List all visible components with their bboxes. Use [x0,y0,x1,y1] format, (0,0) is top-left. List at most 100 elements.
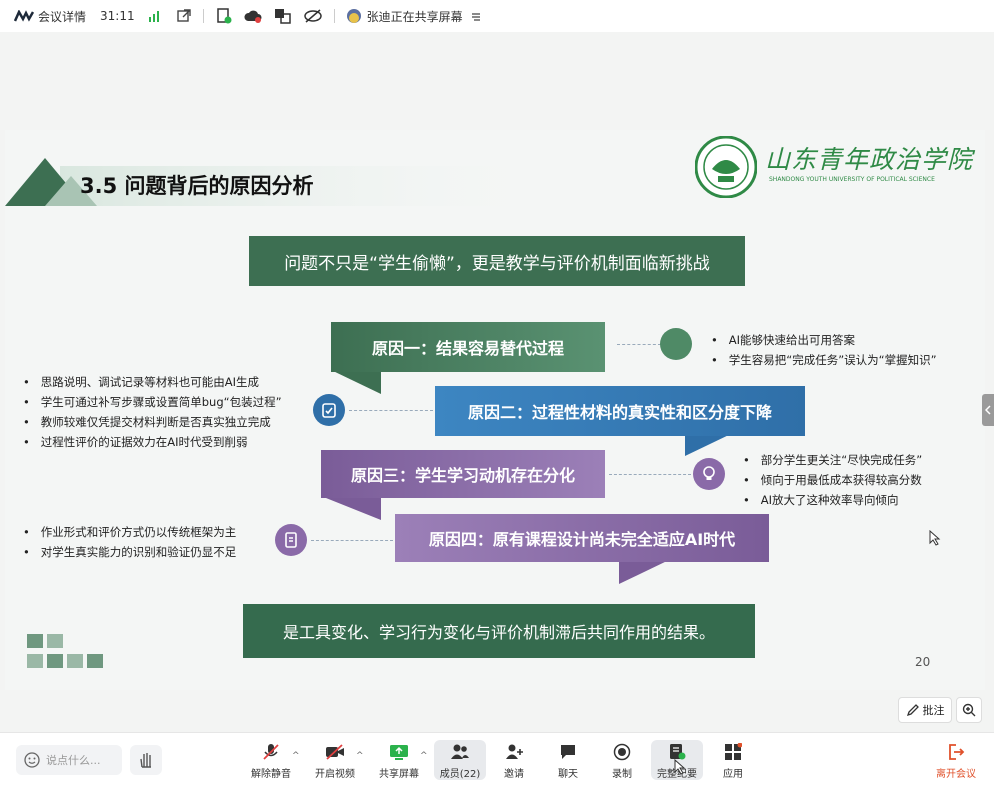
leave-label: 离开会议 [936,769,976,780]
reason1-marker [660,328,692,360]
reason1-text: 原因一：结果容易替代过程 [371,339,564,358]
chevron-up-icon[interactable]: ^ [356,751,364,761]
cursor-icon [674,759,686,775]
bullet-item: • 思路说明、调试记录等材料也可能由AI生成 [23,375,260,389]
chat-icon [561,745,575,759]
document-icon[interactable] [216,8,232,24]
meeting-logo-icon [14,10,34,22]
share-screen-icon [390,745,408,760]
popout-icon[interactable] [176,9,191,23]
reason2-box: 原因二：过程性材料的真实性和区分度下降 [435,386,805,436]
meeting-details-label: 会议详情 [38,9,87,24]
university-english-name: SHANDONG YOUTH UNIVERSITY OF POLITICAL S… [769,176,935,183]
apps-button[interactable]: 应用 [710,743,756,780]
decorative-squares [27,634,103,668]
invite-button[interactable]: 邀请 [491,743,537,780]
video-button[interactable]: 开启视频 [312,743,358,780]
camera-off-icon [326,744,344,760]
chevron-up-icon[interactable]: ^ [420,751,428,761]
reason2-connector [349,410,433,411]
chat-input[interactable]: 说点什么... [16,745,122,775]
conclusion-text: 是工具变化、学习行为变化与评价机制滞后共同作用的结果。 [282,623,715,642]
lightbulb-icon [693,458,725,490]
collapse-icon[interactable] [471,11,481,21]
cloud-icon[interactable] [244,9,262,23]
chat-button[interactable]: 聊天 [545,743,591,780]
reason4-box: 原因四：原有课程设计尚未完全适应AI时代 [395,514,769,562]
headline-text: 问题不只是“学生偷懒”，更是教学与评价机制面临新挑战 [284,253,710,274]
reason4-bullets: • 作业形式和评价方式仍以传统框架为主 • 对学生真实能力的识别和验证仍显不足 [23,522,236,562]
reason1-connector [617,344,661,345]
members-label: 成员(22) [439,769,481,780]
reason4-text: 原因四：原有课程设计尚未完全适应AI时代 [428,530,736,549]
reason1-box: 原因一：结果容易替代过程 [331,322,605,372]
sharing-status-text: 张迪正在共享屏幕 [366,9,463,24]
reason2-text: 原因二：过程性材料的真实性和区分度下降 [467,403,772,422]
meeting-timer: 31:11 [100,9,135,23]
bullet-item: • 部分学生更关注“尽快完成任务” [743,453,923,467]
reason4-connector [311,540,393,541]
record-icon [613,743,631,761]
side-panel-toggle[interactable] [982,394,994,426]
university-logo [694,135,758,199]
reason3-box: 原因三：学生学习动机存在分化 [321,450,605,498]
raise-hand-button[interactable] [130,745,162,775]
chevron-up-icon[interactable]: ^ [292,751,300,761]
smile-icon [24,752,40,768]
reason1-tab [331,370,381,394]
bullet-item: • 学生可通过补写步骤或设置简单bug“包装过程” [23,395,282,409]
bullet-item: • 倾向于用最低成本获得较高分数 [743,473,922,487]
bullet-item: • 过程性评价的证据效力在AI时代受到削弱 [23,435,248,449]
apps-icon [725,743,742,760]
presentation-slide: 3.5 问题背后的原因分析 山东青年政治学院 SHANDONG YOUTH UN… [5,130,985,690]
bullet-item: • AI能够快速给出可用答案 [711,333,856,347]
unmute-button[interactable]: 解除静音 [248,743,294,780]
reason4-tab [619,560,669,584]
reason3-tab [321,496,381,520]
unmute-label: 解除静音 [251,769,291,780]
presenter-avatar [346,9,361,23]
signal-icon [148,10,161,22]
leave-button[interactable]: 离开会议 [932,743,980,780]
bullet-item: • 对学生真实能力的识别和验证仍显不足 [23,545,237,559]
reason2-bullets: • 思路说明、调试记录等材料也可能由AI生成 • 学生可通过补写步骤或设置简单b… [23,372,282,452]
reason3-connector [609,474,691,475]
members-icon [451,744,469,759]
hand-icon [140,753,151,768]
headline-box: 问题不只是“学生偷懒”，更是教学与评价机制面临新挑战 [249,236,745,286]
conclusion-box: 是工具变化、学习行为变化与评价机制滞后共同作用的结果。 [243,604,755,658]
cursor-icon [929,530,941,546]
divider [333,9,335,23]
translate-icon[interactable] [274,8,292,24]
university-name: 山东青年政治学院 [765,145,974,174]
bullet-item: • 学生容易把“完成任务”误认为“掌握知识” [711,353,937,367]
zoom-button[interactable] [956,697,982,723]
chat-placeholder: 说点什么... [46,754,101,767]
meeting-toolbar: 说点什么... 解除静音 ^ 开启视频 ^ 共享屏幕 ^ 成员(22) 邀请 聊… [0,732,994,785]
bullet-item: • 教师较难仅凭提交材料判断是否真实独立完成 [23,415,271,429]
record-label: 录制 [612,769,632,780]
bullet-item: • 作业形式和评价方式仍以传统框架为主 [23,525,237,539]
document-icon [275,524,307,556]
page-number: 20 [915,655,931,669]
slide-title: 3.5 问题背后的原因分析 [80,174,314,198]
meeting-details-button[interactable]: 会议详情 [14,8,86,25]
hidden-icon[interactable] [303,9,322,23]
chat-label: 聊天 [558,769,578,780]
zoom-in-icon [962,703,976,717]
members-button-content[interactable]: 成员(22) [437,743,483,780]
record-button[interactable]: 录制 [599,743,645,780]
bullet-item: • AI放大了这种效率导向倾向 [743,493,899,507]
reason1-bullets: • AI能够快速给出可用答案 • 学生容易把“完成任务”误认为“掌握知识” [711,330,937,370]
share-screen-button[interactable]: 共享屏幕 [376,743,422,780]
reason3-text: 原因三：学生学习动机存在分化 [350,466,575,485]
annotate-button[interactable]: 批注 [898,697,952,723]
chevron-left-icon [985,405,991,415]
divider [202,9,204,23]
meeting-topbar: 会议详情 31:11 张迪正在共享屏幕 [0,0,994,32]
invite-label: 邀请 [504,769,524,780]
clipboard-icon [313,394,345,426]
share-screen-label: 共享屏幕 [379,769,419,780]
pen-icon [906,704,919,717]
mic-off-icon [263,744,279,760]
